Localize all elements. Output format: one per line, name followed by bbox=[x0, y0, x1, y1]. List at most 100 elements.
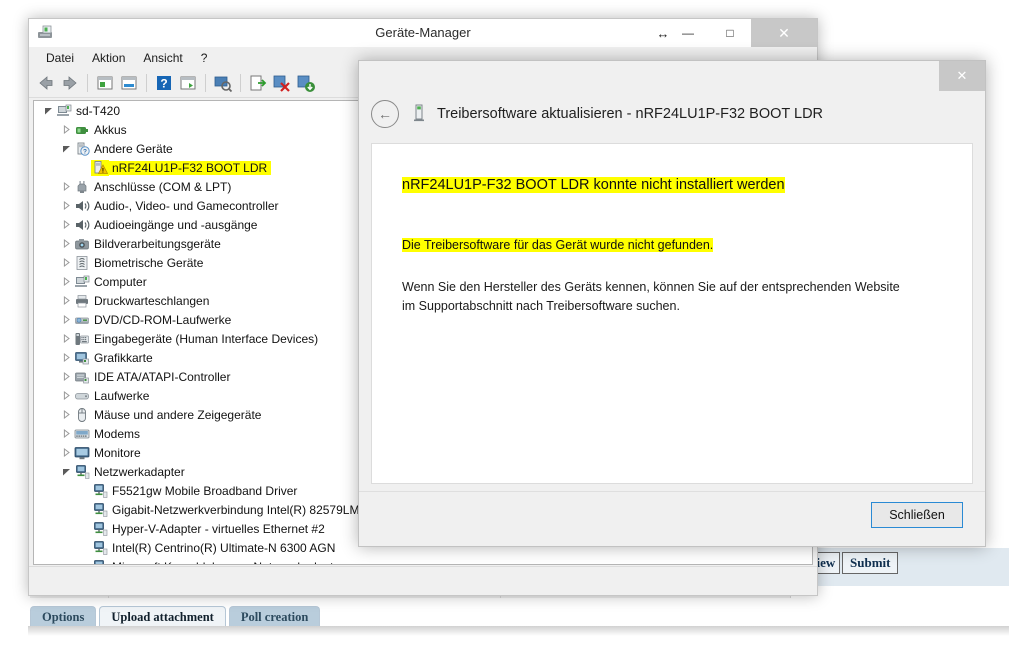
device-manager-titlebar[interactable]: Geräte-Manager ↔ — □ ✕ bbox=[29, 19, 817, 48]
update-driver-wizard-dialog: ✕ ← Treibersoftware aktualisieren - nRF2… bbox=[358, 60, 986, 547]
unknown-icon: ? bbox=[73, 141, 91, 157]
wizard-paragraph: Wenn Sie den Hersteller des Geräts kenne… bbox=[402, 280, 900, 314]
network-icon bbox=[91, 483, 109, 499]
window-shadow bbox=[28, 626, 1009, 636]
wizard-subheading-row: Die Treibersoftware für das Gerät wurde … bbox=[402, 234, 942, 257]
tree-item-label: IDE ATA/ATAPI-Controller bbox=[94, 369, 231, 384]
submit-button[interactable]: Submit bbox=[842, 552, 899, 574]
wizard-header: ← Treibersoftware aktualisieren - nRF24L… bbox=[359, 91, 985, 137]
hid-icon bbox=[73, 331, 91, 347]
camera-icon bbox=[73, 236, 91, 252]
forward-icon[interactable] bbox=[59, 72, 81, 94]
tab-upload-attachment[interactable]: Upload attachment bbox=[99, 606, 226, 628]
port-icon bbox=[73, 179, 91, 195]
tree-item-label: Akkus bbox=[94, 122, 127, 137]
disc-icon bbox=[73, 312, 91, 328]
expander-collapsed-icon[interactable] bbox=[60, 239, 73, 248]
wizard-titlebar[interactable]: ✕ bbox=[359, 61, 985, 91]
device-icon bbox=[413, 104, 425, 125]
uninstall-device-icon[interactable] bbox=[271, 72, 293, 94]
svg-text:?: ? bbox=[160, 77, 167, 91]
expander-expanded-icon[interactable] bbox=[42, 106, 55, 115]
expander-collapsed-icon[interactable] bbox=[60, 277, 73, 286]
tree-item-label: Anschlüsse (COM & LPT) bbox=[94, 179, 232, 194]
modem-icon bbox=[73, 426, 91, 442]
monitor-icon bbox=[73, 445, 91, 461]
tree-item[interactable]: Microsoft Kerneldebugger-Netzwerkadapter bbox=[34, 557, 812, 565]
wizard-content: nRF24LU1P-F32 BOOT LDR konnte nicht inst… bbox=[371, 143, 973, 484]
expander-collapsed-icon[interactable] bbox=[60, 353, 73, 362]
expander-collapsed-icon[interactable] bbox=[60, 448, 73, 457]
expander-collapsed-icon[interactable] bbox=[60, 220, 73, 229]
expander-collapsed-icon[interactable] bbox=[60, 410, 73, 419]
enable-device-icon[interactable] bbox=[295, 72, 317, 94]
tree-item-label: Microsoft Kerneldebugger-Netzwerkadapter bbox=[109, 560, 344, 565]
warning-device-icon: ! bbox=[91, 159, 109, 176]
update-driver-icon[interactable] bbox=[247, 72, 269, 94]
expander-collapsed-icon[interactable] bbox=[60, 258, 73, 267]
tree-item-label: Monitore bbox=[94, 445, 141, 460]
mouse-icon bbox=[73, 407, 91, 423]
tree-item-label: Netzwerkadapter bbox=[94, 464, 185, 479]
printer-icon bbox=[73, 293, 91, 309]
expander-collapsed-icon[interactable] bbox=[60, 182, 73, 191]
speaker-icon bbox=[73, 198, 91, 214]
network-icon bbox=[73, 464, 91, 480]
menu-help[interactable]: ? bbox=[192, 49, 217, 67]
wizard-footer: Schließen bbox=[359, 491, 985, 546]
wizard-heading: nRF24LU1P-F32 BOOT LDR konnte nicht inst… bbox=[402, 177, 785, 193]
menu-aktion[interactable]: Aktion bbox=[83, 49, 134, 67]
maximize-button[interactable]: □ bbox=[709, 19, 751, 47]
svg-text:?: ? bbox=[83, 148, 87, 155]
back-icon[interactable] bbox=[35, 72, 57, 94]
preview-button[interactable]: Preview bbox=[816, 552, 840, 574]
tree-item-label: Audio-, Video- und Gamecontroller bbox=[94, 198, 279, 213]
tree-item-label: Intel(R) Centrino(R) Ultimate-N 6300 AGN bbox=[112, 540, 336, 555]
menu-datei[interactable]: Datei bbox=[37, 49, 83, 67]
drive-icon bbox=[73, 388, 91, 404]
tree-item-label: Druckwarteschlangen bbox=[94, 293, 210, 308]
scan-hardware-icon[interactable] bbox=[212, 72, 234, 94]
properties-icon[interactable] bbox=[94, 72, 116, 94]
show-hidden-devices-icon[interactable] bbox=[177, 72, 199, 94]
toolbar-separator bbox=[240, 74, 241, 92]
speaker-icon bbox=[73, 217, 91, 233]
tree-item-label: Laufwerke bbox=[94, 388, 150, 403]
back-button[interactable]: ← bbox=[371, 100, 399, 128]
tab-poll-creation[interactable]: Poll creation bbox=[228, 606, 321, 628]
wizard-close-button[interactable]: ✕ bbox=[939, 61, 985, 91]
svg-text:!: ! bbox=[102, 167, 104, 174]
expander-collapsed-icon[interactable] bbox=[60, 334, 73, 343]
expander-collapsed-icon[interactable] bbox=[60, 315, 73, 324]
close-button[interactable]: ✕ bbox=[751, 19, 817, 47]
expander-expanded-icon[interactable] bbox=[60, 467, 73, 476]
tree-item-label: nRF24LU1P-F32 BOOT LDR bbox=[109, 160, 272, 175]
help-icon[interactable]: ? bbox=[153, 72, 175, 94]
expander-collapsed-icon[interactable] bbox=[60, 296, 73, 305]
network-icon bbox=[91, 521, 109, 537]
tree-item-label: F5521gw Mobile Broadband Driver bbox=[112, 483, 298, 498]
tree-item-label: Mäuse und andere Zeigegeräte bbox=[94, 407, 262, 422]
tree-item-label: DVD/CD-ROM-Laufwerke bbox=[94, 312, 232, 327]
wizard-heading-row: nRF24LU1P-F32 BOOT LDR konnte nicht inst… bbox=[402, 172, 942, 200]
expander-collapsed-icon[interactable] bbox=[60, 429, 73, 438]
tree-item-label: Biometrische Geräte bbox=[94, 255, 204, 270]
battery-icon bbox=[73, 122, 91, 138]
network-icon bbox=[91, 540, 109, 556]
expander-collapsed-icon[interactable] bbox=[60, 125, 73, 134]
expander-collapsed-icon[interactable] bbox=[60, 201, 73, 210]
tab-options[interactable]: Options bbox=[30, 606, 97, 628]
wizard-schliessen-button[interactable]: Schließen bbox=[871, 502, 963, 528]
minimize-button[interactable]: — bbox=[667, 19, 709, 47]
network-icon bbox=[91, 502, 109, 518]
expander-collapsed-icon[interactable] bbox=[60, 391, 73, 400]
details-icon[interactable] bbox=[118, 72, 140, 94]
menu-ansicht[interactable]: Ansicht bbox=[134, 49, 191, 67]
expander-collapsed-icon[interactable] bbox=[60, 372, 73, 381]
computer-icon bbox=[73, 274, 91, 290]
expander-expanded-icon[interactable] bbox=[60, 144, 73, 153]
toolbar-separator bbox=[205, 74, 206, 92]
toolbar-separator bbox=[87, 74, 88, 92]
tree-item-label: Bildverarbeitungsgeräte bbox=[94, 236, 221, 251]
tree-item-label: Audioeingänge und -ausgänge bbox=[94, 217, 258, 232]
